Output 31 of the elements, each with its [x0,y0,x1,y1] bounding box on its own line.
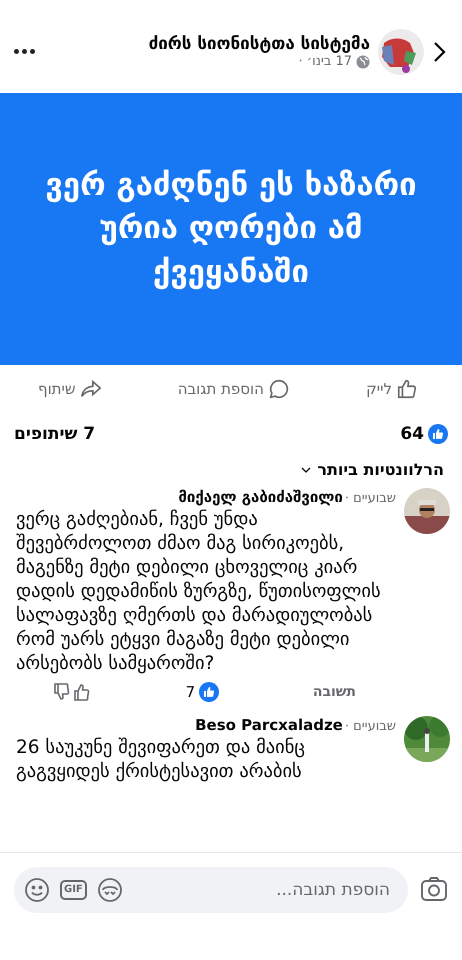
like-reaction-icon [428,424,448,444]
like-button[interactable]: לייק [362,374,422,404]
reaction-count[interactable]: 64 [400,424,424,444]
avatar[interactable] [404,716,450,762]
speech-bubble-icon [268,378,290,400]
page-name[interactable]: ძირს სიონისტთა სისტემა [148,34,370,54]
comment-time: שבועיים · [344,491,396,506]
comment-time: שבועיים · [344,719,396,734]
comment-text: ვერც გაძღებიან, ჩვენ უნდა შევებრძოლოთ ძმაო მაგ სირიკოებს, მაგენზე მეტი დებილი ცხოველიც კიარ დადის დედამიწის ზურგზე, წუთისოფლის სალაფავზე ღმერთს და მარადიულობას რომ უარს ეტყვი მაგაზე მეტი დებილი არსებობს სამყაროში? [16,508,382,676]
page-avatar[interactable] [378,28,424,74]
thumbs-up-icon [396,378,418,400]
smiley-icon[interactable] [24,877,50,903]
avatar[interactable] [404,488,450,534]
share-button[interactable]: שיתוף [34,374,106,404]
sticker-icon[interactable] [96,877,123,903]
reply-button[interactable]: תשובה [312,684,356,700]
sort-dropdown[interactable]: הרלוונטיות ביותר [295,459,450,480]
globe-icon [356,54,370,68]
comment-text: 26 საუკუნე შევიფარეთ და მაინც გაგვყიდეს ქრისტესავით არაბის [16,736,306,784]
comment-like-count: 7 [186,683,196,701]
share-count[interactable]: 7 שיתופים [14,424,96,444]
gif-button[interactable]: GIF [60,880,87,900]
post-text: ვერ გაძღნენ ეს ხაზარი ურია ღორები ამ ქვეყანაში [44,166,418,292]
chevron-down-icon [301,466,312,472]
chevron-right-icon[interactable] [432,40,448,64]
like-reaction-icon [199,682,220,702]
comment-author[interactable]: Beso Parcxaladze [195,716,343,734]
comment-button[interactable]: הוספת תגובה [174,374,294,404]
post-date: 17 בינו׳ · [298,54,352,69]
like-dislike-icon[interactable] [54,682,92,702]
comment-author[interactable]: მიქაელ გაბიძაშვილი [178,488,343,506]
